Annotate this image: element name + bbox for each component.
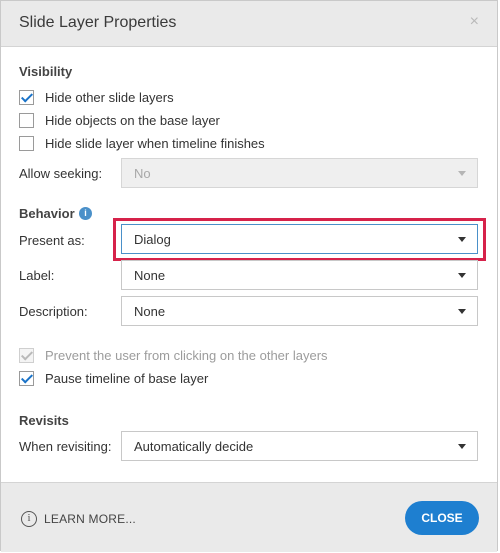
pause-timeline-option[interactable]: Pause timeline of base layer <box>19 371 208 386</box>
pause-timeline-label: Pause timeline of base layer <box>45 371 209 386</box>
allow-seeking-label: Allow seeking: <box>19 166 103 181</box>
label-value: None <box>134 268 166 283</box>
learn-more-link[interactable]: i LEARN MORE... <box>21 511 136 527</box>
visibility-heading: Visibility <box>19 64 73 79</box>
prevent-clicking-checkbox <box>19 348 34 363</box>
present-as-highlight-box <box>113 218 486 261</box>
dialog-footer: i LEARN MORE... CLOSE <box>1 482 497 552</box>
hide-base-objects-option[interactable]: Hide objects on the base layer <box>19 113 220 128</box>
behavior-heading: Behavior <box>19 206 75 221</box>
learn-more-label: LEARN MORE... <box>44 512 136 526</box>
hide-other-layers-checkbox[interactable] <box>19 90 34 105</box>
label-field-label: Label: <box>19 268 55 283</box>
hide-when-timeline-finishes-checkbox[interactable] <box>19 136 34 151</box>
prevent-clicking-label: Prevent the user from clicking on the ot… <box>45 348 328 363</box>
chevron-down-icon <box>458 273 466 278</box>
hide-base-objects-checkbox[interactable] <box>19 113 34 128</box>
info-circle-icon: i <box>21 511 37 527</box>
prevent-clicking-option: Prevent the user from clicking on the ot… <box>19 348 328 363</box>
hide-other-layers-option[interactable]: Hide other slide layers <box>19 90 174 105</box>
info-icon[interactable]: i <box>79 207 92 220</box>
dialog-title: Slide Layer Properties <box>19 14 177 31</box>
allow-seeking-select: No <box>121 158 478 188</box>
when-revisiting-label: When revisiting: <box>19 439 112 454</box>
chevron-down-icon <box>458 309 466 314</box>
hide-other-layers-label: Hide other slide layers <box>45 90 174 105</box>
when-revisiting-value: Automatically decide <box>134 439 254 454</box>
description-label: Description: <box>19 304 88 319</box>
present-as-label: Present as: <box>19 233 85 248</box>
description-select[interactable]: None <box>121 296 478 326</box>
slide-layer-properties-dialog: Slide Layer Properties × Visibility Hide… <box>0 0 498 552</box>
allow-seeking-value: No <box>134 166 151 181</box>
hide-when-timeline-finishes-label: Hide slide layer when timeline finishes <box>45 136 265 151</box>
hide-base-objects-label: Hide objects on the base layer <box>45 113 220 128</box>
close-button[interactable]: CLOSE <box>405 501 479 535</box>
when-revisiting-select[interactable]: Automatically decide <box>121 431 478 461</box>
label-select[interactable]: None <box>121 260 478 290</box>
chevron-down-icon <box>458 171 466 176</box>
close-x-icon[interactable]: × <box>470 13 479 31</box>
pause-timeline-checkbox[interactable] <box>19 371 34 386</box>
revisits-heading: Revisits <box>19 413 69 428</box>
chevron-down-icon <box>458 444 466 449</box>
description-value: None <box>134 304 166 319</box>
hide-when-timeline-finishes-option[interactable]: Hide slide layer when timeline finishes <box>19 136 265 151</box>
title-bar: Slide Layer Properties × <box>1 1 497 47</box>
